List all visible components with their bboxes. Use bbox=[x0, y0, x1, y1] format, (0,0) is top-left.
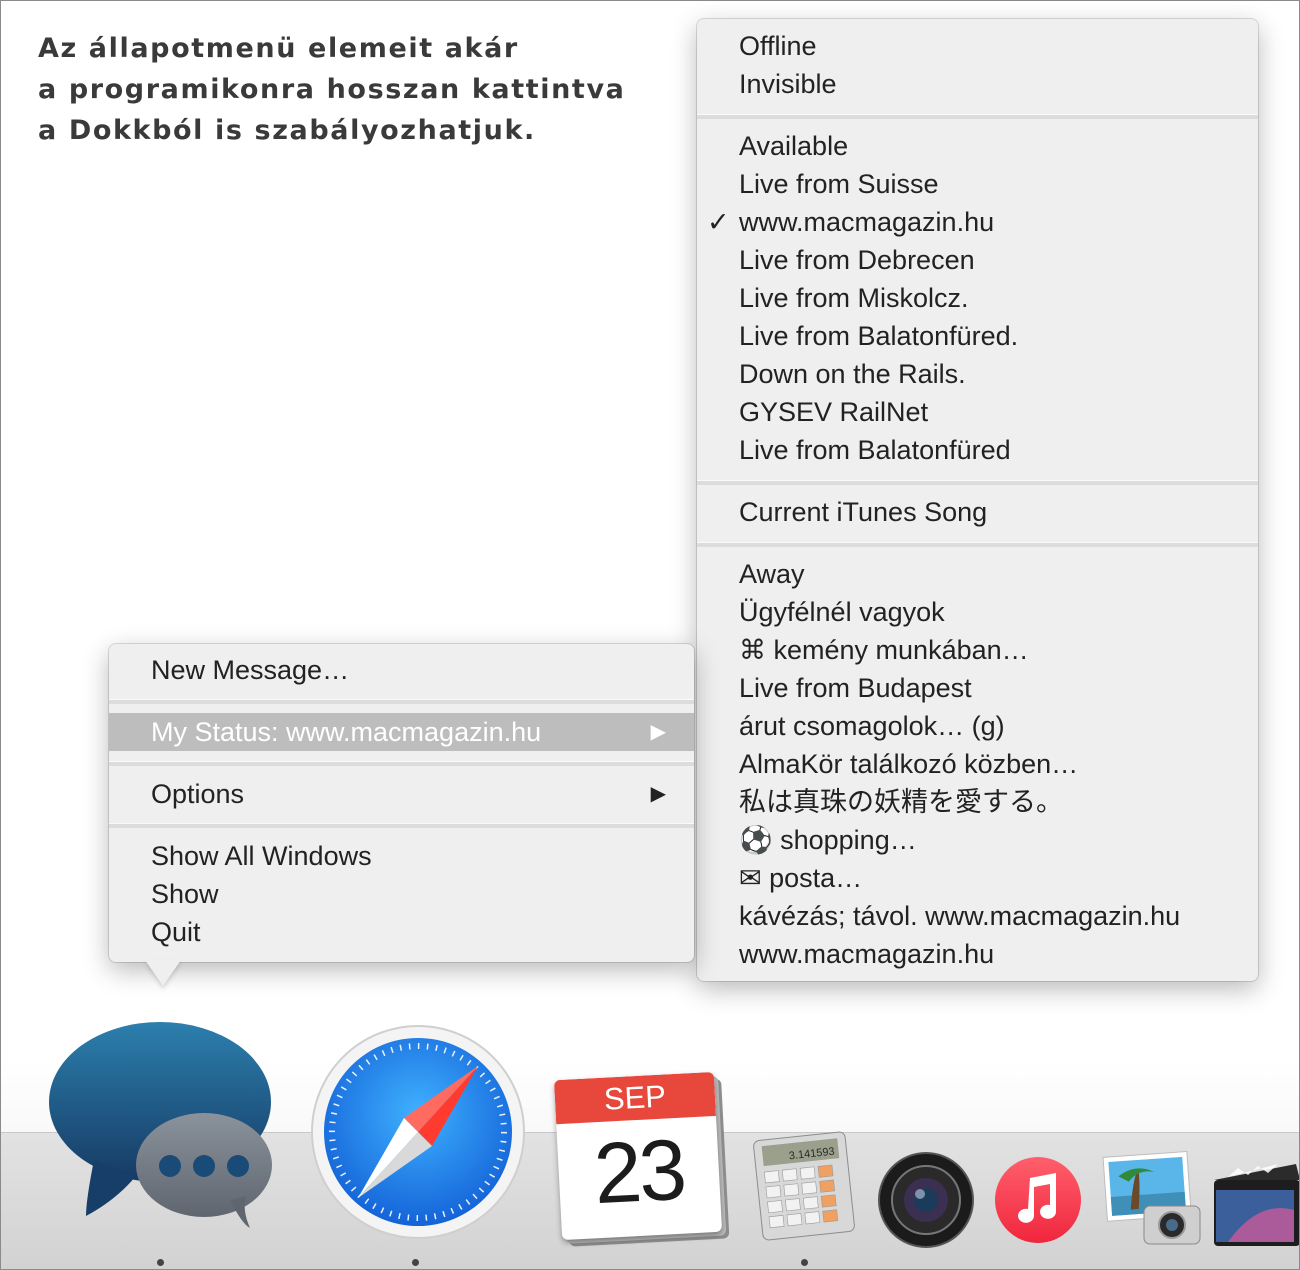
menu-item-show-all-windows[interactable]: Show All Windows bbox=[109, 837, 694, 875]
menu-item-status[interactable]: Down on the Rails. bbox=[697, 355, 1258, 393]
photo-booth-icon[interactable] bbox=[876, 1150, 976, 1250]
running-indicator bbox=[157, 1259, 164, 1266]
caption-line-2: a programikonra hosszan kattintva bbox=[38, 74, 626, 105]
menu-separator bbox=[697, 542, 1258, 547]
menu-item-status[interactable]: GYSEV RailNet bbox=[697, 393, 1258, 431]
checkmark-icon: ✓ bbox=[707, 207, 730, 237]
menu-item-away-status[interactable]: kávézás; távol. www.macmagazin.hu bbox=[697, 897, 1258, 935]
menu-item-status[interactable]: Live from Balatonfüred. bbox=[697, 317, 1258, 355]
menu-separator bbox=[109, 823, 694, 828]
itunes-icon[interactable] bbox=[994, 1156, 1082, 1244]
final-cut-icon[interactable] bbox=[1208, 1150, 1300, 1250]
calendar-icon[interactable]: SEP 23 bbox=[553, 1071, 723, 1241]
menu-item-away[interactable]: Away bbox=[697, 555, 1258, 593]
menu-item-my-status[interactable]: My Status: www.macmagazin.hu ▶ bbox=[109, 713, 694, 751]
dock-context-menu: New Message… My Status: www.macmagazin.h… bbox=[109, 644, 694, 962]
menu-item-available[interactable]: Available bbox=[697, 127, 1258, 165]
menu-separator bbox=[109, 699, 694, 704]
menu-item-options[interactable]: Options ▶ bbox=[109, 775, 694, 813]
iphoto-icon[interactable] bbox=[1100, 1148, 1206, 1248]
menu-item-status[interactable]: Live from Debrecen bbox=[697, 241, 1258, 279]
calendar-day: 23 bbox=[591, 1121, 687, 1223]
submenu-arrow-icon: ▶ bbox=[650, 721, 666, 743]
running-indicator bbox=[801, 1259, 808, 1266]
menu-item-status[interactable]: Live from Suisse bbox=[697, 165, 1258, 203]
submenu-arrow-icon: ▶ bbox=[650, 783, 666, 805]
menu-separator bbox=[697, 114, 1258, 119]
menu-item-show[interactable]: Show bbox=[109, 875, 694, 913]
running-indicator bbox=[412, 1259, 419, 1266]
menu-item-status[interactable]: Live from Miskolcz. bbox=[697, 279, 1258, 317]
menu-item-quit[interactable]: Quit bbox=[109, 913, 694, 951]
messages-icon[interactable] bbox=[46, 1020, 274, 1230]
menu-item-label: My Status: www.macmagazin.hu bbox=[151, 717, 542, 747]
caption-line-3: a Dokkból is szabályozhatjuk. bbox=[38, 115, 536, 146]
menu-item-away-status[interactable]: ⌘ kemény munkában… bbox=[697, 631, 1258, 669]
menu-item-away-status[interactable]: www.macmagazin.hu bbox=[697, 935, 1258, 973]
menu-item-away-status[interactable]: ✉ posta… bbox=[697, 859, 1258, 897]
menu-item-status-selected[interactable]: ✓ www.macmagazin.hu bbox=[697, 203, 1258, 241]
calculator-icon[interactable]: 3.141593 bbox=[752, 1130, 856, 1242]
menu-item-label: www.macmagazin.hu bbox=[739, 207, 995, 237]
menu-item-away-status[interactable]: árut csomagolok… (g) bbox=[697, 707, 1258, 745]
menu-item-away-status[interactable]: Ügyfélnél vagyok bbox=[697, 593, 1258, 631]
safari-icon[interactable] bbox=[308, 1022, 528, 1242]
menu-item-offline[interactable]: Offline bbox=[697, 27, 1258, 65]
menu-item-away-status[interactable]: ⚽ shopping… bbox=[697, 821, 1258, 859]
menu-item-new-message[interactable]: New Message… bbox=[109, 651, 694, 689]
menu-item-invisible[interactable]: Invisible bbox=[697, 65, 1258, 103]
menu-item-label: Options bbox=[151, 779, 245, 809]
menu-item-away-status[interactable]: Live from Budapest bbox=[697, 669, 1258, 707]
menu-separator bbox=[697, 480, 1258, 485]
menu-item-away-status[interactable]: AlmaKör találkozó közben… bbox=[697, 745, 1258, 783]
menu-pointer-tail bbox=[145, 960, 181, 986]
caption-line-1: Az állapotmenü elemeit akár bbox=[38, 33, 519, 64]
menu-item-status[interactable]: Live from Balatonfüred bbox=[697, 431, 1258, 469]
caption: Az állapotmenü elemeit akár a programiko… bbox=[38, 28, 625, 151]
status-submenu: Offline Invisible Available Live from Su… bbox=[697, 19, 1258, 981]
menu-item-away-status[interactable]: 私は真珠の妖精を愛する。 bbox=[697, 783, 1258, 821]
menu-item-current-itunes-song[interactable]: Current iTunes Song bbox=[697, 493, 1258, 531]
menu-separator bbox=[109, 761, 694, 766]
